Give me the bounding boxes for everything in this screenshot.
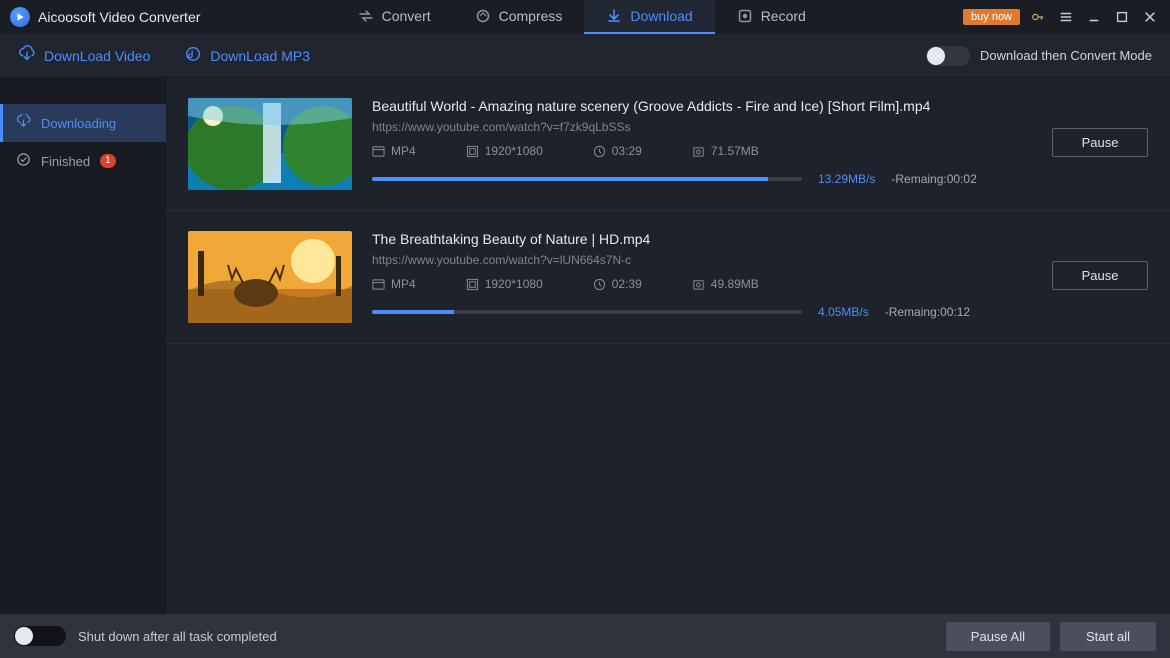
tab-compress[interactable]: Compress [453, 0, 585, 34]
convert-mode-toggle[interactable] [926, 46, 970, 66]
download-title: Beautiful World - Amazing nature scenery… [372, 98, 1032, 114]
download-remaining: -Remaing:00:12 [885, 305, 970, 319]
finished-count-badge: 1 [100, 154, 116, 168]
pause-all-button[interactable]: Pause All [946, 622, 1050, 651]
app-title: Aicoosoft Video Converter [38, 9, 200, 25]
download-url: https://www.youtube.com/watch?v=lUN664s7… [372, 253, 1032, 267]
sidebar-item-label: Downloading [41, 116, 116, 131]
buy-now-button[interactable]: buy now [963, 9, 1020, 25]
download-format: MP4 [391, 144, 416, 158]
download-list: Beautiful World - Amazing nature scenery… [166, 78, 1170, 614]
menu-icon[interactable] [1056, 7, 1076, 27]
footer: Shut down after all task completed Pause… [0, 614, 1170, 658]
download-size: 49.89MB [711, 277, 759, 291]
download-duration: 03:29 [612, 144, 642, 158]
key-icon[interactable] [1028, 7, 1048, 27]
download-video-button[interactable]: DownLoad Video [18, 45, 150, 66]
download-url: https://www.youtube.com/watch?v=f7zk9qLb… [372, 120, 1032, 134]
download-item: Beautiful World - Amazing nature scenery… [166, 78, 1170, 211]
app-logo-icon [10, 7, 30, 27]
tab-label: Compress [499, 8, 563, 24]
music-download-icon [184, 45, 202, 66]
record-icon [737, 8, 753, 24]
download-duration: 02:39 [612, 277, 642, 291]
download-format: MP4 [391, 277, 416, 291]
video-thumbnail [188, 231, 352, 323]
convert-mode-label: Download then Convert Mode [980, 48, 1152, 63]
compress-icon [475, 8, 491, 24]
tab-record[interactable]: Record [715, 0, 828, 34]
tab-label: Convert [382, 8, 431, 24]
download-mp3-button[interactable]: DownLoad MP3 [184, 45, 310, 66]
download-icon [606, 8, 622, 24]
shutdown-label: Shut down after all task completed [78, 629, 277, 644]
download-video-label: DownLoad Video [44, 48, 150, 64]
download-subbar: DownLoad Video DownLoad MP3 Download the… [0, 34, 1170, 78]
downloading-icon [16, 114, 31, 132]
close-icon[interactable] [1140, 7, 1160, 27]
sidebar-item-label: Finished [41, 154, 90, 169]
shutdown-toggle[interactable] [14, 626, 66, 646]
download-speed: 13.29MB/s [818, 172, 875, 186]
video-thumbnail [188, 98, 352, 190]
download-item: The Breathtaking Beauty of Nature | HD.m… [166, 211, 1170, 344]
sidebar: Downloading Finished 1 [0, 78, 166, 614]
maximize-icon[interactable] [1112, 7, 1132, 27]
download-progress [372, 310, 802, 314]
check-circle-icon [16, 152, 31, 170]
download-remaining: -Remaing:00:02 [891, 172, 976, 186]
tab-convert[interactable]: Convert [336, 0, 453, 34]
cloud-download-icon [18, 45, 36, 66]
convert-icon [358, 8, 374, 24]
download-resolution: 1920*1080 [485, 277, 543, 291]
tab-download[interactable]: Download [584, 0, 714, 34]
sidebar-item-finished[interactable]: Finished 1 [0, 142, 166, 180]
titlebar: Aicoosoft Video Converter Convert Compre… [0, 0, 1170, 34]
download-speed: 4.05MB/s [818, 305, 869, 319]
download-title: The Breathtaking Beauty of Nature | HD.m… [372, 231, 1032, 247]
download-progress [372, 177, 802, 181]
main-tabs: Convert Compress Download Record [336, 0, 828, 34]
download-size: 71.57MB [711, 144, 759, 158]
download-resolution: 1920*1080 [485, 144, 543, 158]
pause-button[interactable]: Pause [1052, 261, 1148, 290]
minimize-icon[interactable] [1084, 7, 1104, 27]
pause-button[interactable]: Pause [1052, 128, 1148, 157]
tab-label: Record [761, 8, 806, 24]
start-all-button[interactable]: Start all [1060, 622, 1156, 651]
sidebar-item-downloading[interactable]: Downloading [0, 104, 166, 142]
download-mp3-label: DownLoad MP3 [210, 48, 310, 64]
tab-label: Download [630, 8, 692, 24]
